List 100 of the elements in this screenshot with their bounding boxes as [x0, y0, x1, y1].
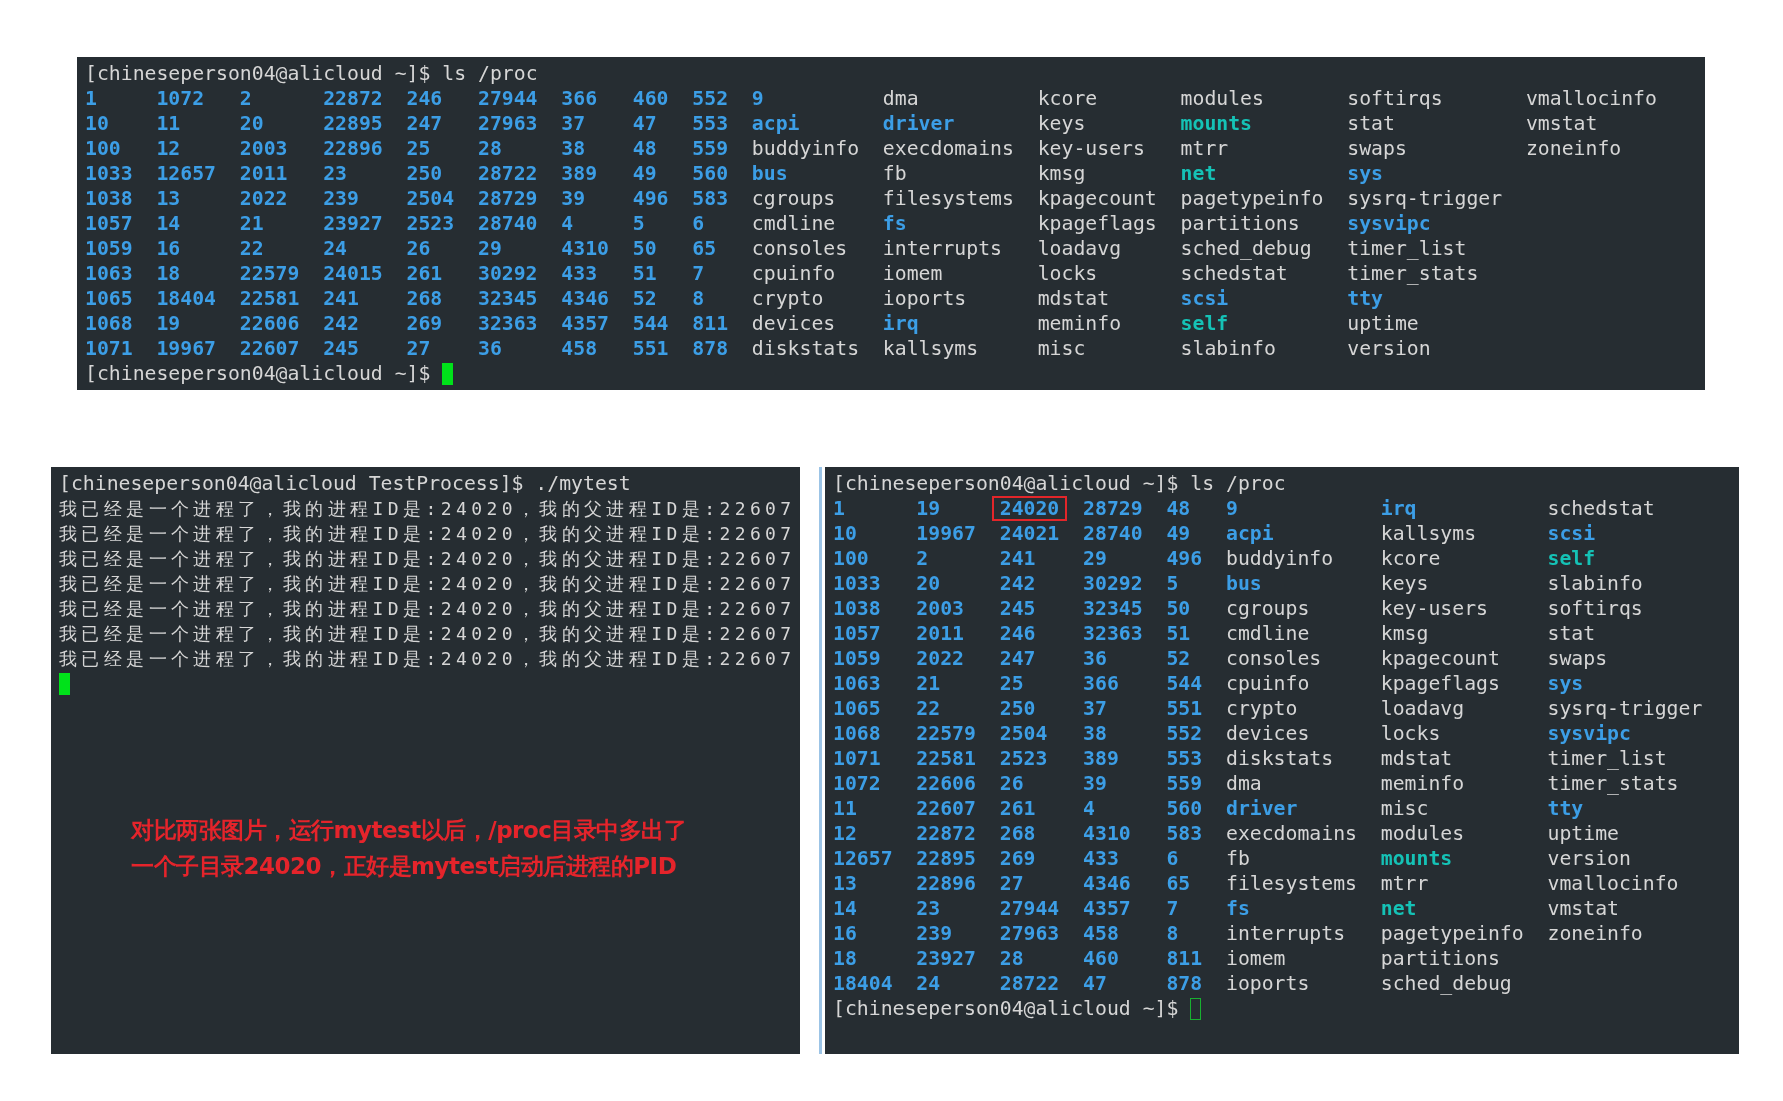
file-name: stat — [1347, 111, 1395, 136]
directory-name: 23 — [323, 161, 347, 186]
directory-name: 433 — [1083, 846, 1119, 871]
directory-name: 28 — [478, 136, 502, 161]
directory-name: 22 — [239, 236, 264, 261]
directory-name: sysvipc — [1347, 211, 1431, 236]
directory-name: 19967 — [916, 521, 976, 546]
directory-name: 22607 — [916, 796, 976, 821]
file-name: interrupts — [882, 236, 1002, 261]
directory-name: driver — [1225, 796, 1298, 821]
file-name: timer_stats — [1547, 771, 1679, 796]
directory-name: 1033 — [85, 161, 133, 186]
directory-name: 30292 — [478, 261, 538, 286]
directory-name: 28729 — [1083, 496, 1143, 521]
directory-name: sysvipc — [1547, 721, 1631, 746]
file-name: cgroups — [1225, 596, 1310, 621]
file-name: swaps — [1547, 646, 1608, 671]
directory-name: 553 — [692, 111, 729, 136]
directory-name: 48 — [632, 136, 657, 161]
file-name: partitions — [1380, 946, 1500, 971]
directory-name: 2003 — [916, 596, 964, 621]
file-name: slabinfo — [1547, 571, 1643, 596]
directory-name: fs — [882, 211, 907, 236]
symlink-name: mounts — [1380, 846, 1453, 871]
directory-name: 19 — [156, 311, 181, 336]
file-name: kpagecount — [1380, 646, 1500, 671]
directory-name: 4310 — [561, 236, 609, 261]
file-name: cmdline — [751, 211, 836, 236]
file-name: mtrr — [1380, 871, 1429, 896]
file-name: iomem — [1225, 946, 1286, 971]
directory-name: 27944 — [478, 86, 538, 111]
file-name: mtrr — [1180, 136, 1229, 161]
file-name: loadavg — [1380, 696, 1465, 721]
directory-name: 4 — [1083, 796, 1095, 821]
file-name: zoneinfo — [1525, 136, 1622, 161]
directory-name: 583 — [692, 186, 729, 211]
file-name: locks — [1037, 261, 1098, 286]
directory-name: 460 — [1083, 946, 1119, 971]
directory-name: 389 — [1083, 746, 1119, 771]
directory-name: 878 — [1166, 971, 1203, 996]
directory-name: 36 — [478, 336, 502, 361]
directory-name: 250 — [999, 696, 1036, 721]
file-name: version — [1347, 336, 1431, 361]
directory-name: 2504 — [406, 186, 455, 211]
directory-name: 22579 — [916, 721, 976, 746]
directory-name: irq — [882, 311, 919, 336]
output-line: 我已经是一个进程了，我的进程ID是:24020，我的父进程ID是:22607 — [59, 547, 797, 571]
directory-name: 1072 — [833, 771, 881, 796]
directory-name: 22896 — [916, 871, 976, 896]
file-name: consoles — [1225, 646, 1322, 671]
directory-name: 1057 — [833, 621, 881, 646]
directory-name: 2022 — [239, 186, 288, 211]
file-name: keys — [1037, 111, 1086, 136]
directory-name: 261 — [999, 796, 1036, 821]
output-line: 我已经是一个进程了，我的进程ID是:24020，我的父进程ID是:22607 — [59, 572, 797, 596]
directory-name: 48 — [1166, 496, 1191, 521]
directory-name: 21 — [916, 671, 941, 696]
directory-name: 14 — [156, 211, 181, 236]
file-name: meminfo — [1380, 771, 1465, 796]
directory-name: 458 — [1083, 921, 1119, 946]
symlink-name: self — [1180, 311, 1229, 336]
directory-name: 4346 — [561, 286, 609, 311]
directory-name: 6 — [692, 211, 705, 236]
file-name: cpuinfo — [1225, 671, 1310, 696]
directory-name: 261 — [406, 261, 443, 286]
directory-name: 811 — [1166, 946, 1203, 971]
directory-name: 583 — [1166, 821, 1203, 846]
directory-name: 544 — [632, 311, 669, 336]
directory-name: 4 — [561, 211, 574, 236]
directory-name: 28 — [999, 946, 1024, 971]
directory-name: 552 — [1166, 721, 1203, 746]
directory-name: 12657 — [833, 846, 893, 871]
directory-name: 27963 — [478, 111, 538, 136]
directory-name: 9 — [751, 86, 764, 111]
file-name: iomem — [882, 261, 943, 286]
directory-name: 1071 — [833, 746, 881, 771]
file-name: pagetypeinfo — [1380, 921, 1524, 946]
directory-name: 1059 — [85, 236, 133, 261]
directory-name: 49 — [632, 161, 657, 186]
directory-name: 32345 — [1083, 596, 1143, 621]
directory-name: tty — [1547, 796, 1584, 821]
directory-name: 38 — [561, 136, 586, 161]
directory-name: 811 — [692, 311, 729, 336]
directory-name: 551 — [1166, 696, 1203, 721]
directory-name: 23927 — [916, 946, 976, 971]
directory-name: 22896 — [323, 136, 383, 161]
file-name: kcore — [1380, 546, 1441, 571]
directory-name: 1063 — [833, 671, 881, 696]
directory-name: 12 — [833, 821, 857, 846]
file-name: devices — [1225, 721, 1310, 746]
directory-name: irq — [1380, 496, 1417, 521]
directory-name: 245 — [999, 596, 1036, 621]
directory-name: 1038 — [833, 596, 881, 621]
directory-name: 10 — [833, 521, 857, 546]
output-line: 我已经是一个进程了，我的进程ID是:24020，我的父进程ID是:22607 — [59, 597, 797, 621]
shell-prompt: [chineseperson04@alicloud ~]$ — [833, 996, 1180, 1021]
directory-name: 39 — [1083, 771, 1107, 796]
file-name: version — [1547, 846, 1631, 871]
file-name: vmstat — [1547, 896, 1619, 921]
directory-name: 14 — [833, 896, 857, 921]
